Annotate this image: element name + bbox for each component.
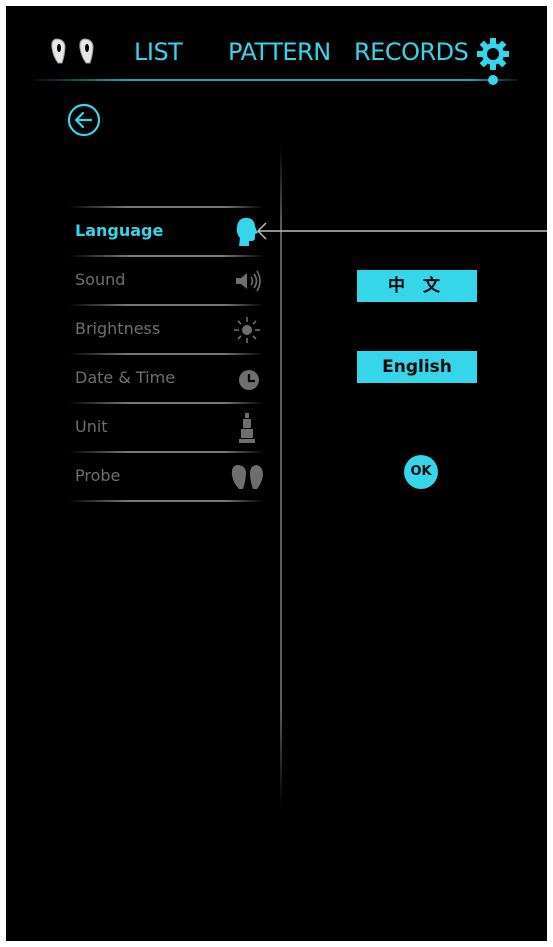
probe-pair-icon	[231, 465, 263, 489]
menu-item-date-time[interactable]: Date & Time	[68, 355, 264, 402]
probe-pair-icon	[51, 38, 94, 64]
back-arrow-icon[interactable]	[66, 102, 102, 138]
menu-item-language[interactable]: Language	[68, 208, 264, 255]
tab-records[interactable]: RECORDS	[354, 38, 469, 66]
figure-icon	[239, 413, 255, 443]
menu-item-brightness[interactable]: Brightness	[68, 306, 264, 353]
menu-item-unit[interactable]: Unit	[68, 404, 264, 451]
menu-item-label: Sound	[75, 270, 126, 289]
menu-item-label: Brightness	[75, 319, 161, 338]
gear-icon[interactable]	[476, 37, 510, 71]
ok-button[interactable]: OK	[404, 455, 438, 489]
top-nav: LIST PATTERN RECORDS	[6, 6, 547, 86]
menu-divider	[68, 500, 264, 502]
speaker-icon	[236, 270, 261, 292]
menu-item-sound[interactable]: Sound	[68, 257, 264, 304]
tab-list[interactable]: LIST	[134, 38, 183, 66]
active-tab-indicator	[488, 75, 498, 85]
menu-item-label: Date & Time	[75, 368, 176, 387]
sun-icon	[234, 317, 260, 343]
clock-icon	[239, 370, 259, 390]
panel-divider	[280, 146, 282, 806]
menu-item-label: Language	[75, 221, 164, 240]
chinese-language-button[interactable]: 中 文	[357, 270, 477, 302]
settings-screen: LIST PATTERN RECORDS Language Sound Brig…	[6, 6, 547, 941]
selection-pointer-arrow	[256, 222, 547, 240]
menu-item-label: Unit	[75, 417, 108, 436]
menu-item-probe[interactable]: Probe	[68, 453, 264, 500]
tab-pattern[interactable]: PATTERN	[228, 38, 331, 66]
nav-underline	[28, 79, 518, 81]
menu-item-label: Probe	[75, 466, 121, 485]
settings-menu: Language Sound Brightness Date & Time Un…	[68, 206, 264, 502]
english-language-button[interactable]: English	[357, 351, 477, 383]
